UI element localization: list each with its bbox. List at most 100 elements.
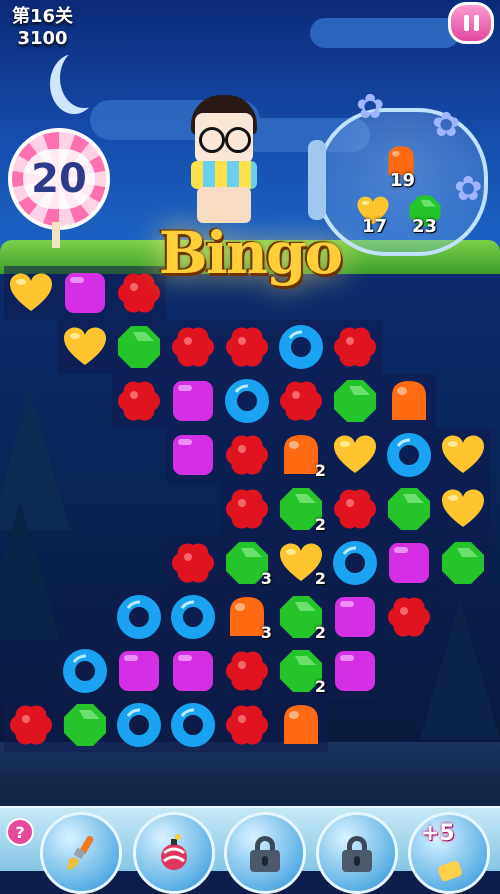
locked-booster-2[interactable] bbox=[316, 812, 398, 894]
lollipop-stick bbox=[52, 222, 60, 248]
red-flower-icon bbox=[226, 705, 268, 745]
red-flower-candy[interactable] bbox=[4, 698, 58, 752]
orange-jelly-candy[interactable] bbox=[274, 698, 328, 752]
yellow-heart-candy[interactable]: 2 bbox=[274, 536, 328, 590]
blue-ring-candy[interactable] bbox=[112, 590, 166, 644]
yellow-heart-candy[interactable] bbox=[58, 320, 112, 374]
yellow-heart-icon bbox=[334, 435, 376, 473]
locked-booster-1[interactable] bbox=[224, 812, 306, 894]
stone-wall bbox=[0, 742, 500, 812]
blue-ring-icon bbox=[117, 703, 161, 747]
red-flower-icon bbox=[226, 651, 268, 691]
yellow-heart-candy[interactable] bbox=[436, 428, 490, 482]
blue-ring-icon bbox=[387, 433, 431, 477]
blue-ring-icon bbox=[171, 703, 215, 747]
blue-ring-icon bbox=[333, 541, 377, 585]
moves-counter: 20 bbox=[8, 128, 110, 230]
blue-ring-candy[interactable] bbox=[220, 374, 274, 428]
green-octagon-icon bbox=[64, 704, 106, 746]
red-flower-icon bbox=[334, 327, 376, 367]
purple-square-candy[interactable] bbox=[328, 590, 382, 644]
red-flower-candy[interactable] bbox=[220, 482, 274, 536]
purple-square-candy[interactable] bbox=[166, 428, 220, 482]
yellow-heart-candy[interactable] bbox=[4, 266, 58, 320]
blue-ring-candy[interactable] bbox=[112, 698, 166, 752]
red-flower-candy[interactable] bbox=[328, 482, 382, 536]
layer-count-badge: 3 bbox=[260, 569, 272, 588]
booster-bar: ? +5 bbox=[0, 806, 500, 894]
yellow-heart-icon bbox=[64, 327, 106, 365]
green-octagon-candy[interactable]: 2 bbox=[274, 590, 328, 644]
orange-jelly-candy[interactable] bbox=[382, 374, 436, 428]
plus-moves-booster[interactable]: +5 bbox=[408, 812, 490, 894]
purple-square-candy[interactable] bbox=[166, 644, 220, 698]
red-flower-candy[interactable] bbox=[220, 428, 274, 482]
purple-square-icon bbox=[173, 651, 213, 691]
green-octagon-icon bbox=[118, 326, 160, 368]
green-octagon-candy[interactable]: 2 bbox=[274, 482, 328, 536]
green-octagon-candy[interactable] bbox=[382, 482, 436, 536]
layer-count-badge: 2 bbox=[314, 515, 326, 534]
red-flower-candy[interactable] bbox=[166, 536, 220, 590]
paintbrush-booster[interactable] bbox=[40, 812, 122, 894]
red-flower-icon bbox=[10, 705, 52, 745]
red-flower-candy[interactable] bbox=[274, 374, 328, 428]
blue-ring-icon bbox=[63, 649, 107, 693]
purple-square-candy[interactable] bbox=[58, 266, 112, 320]
red-flower-candy[interactable] bbox=[166, 320, 220, 374]
player-character bbox=[185, 95, 265, 225]
orange-jelly-icon bbox=[284, 705, 318, 744]
orange-jelly-candy[interactable]: 2 bbox=[274, 428, 328, 482]
moves-left-value: 20 bbox=[23, 149, 95, 209]
orange-jelly-candy[interactable]: 3 bbox=[220, 590, 274, 644]
pause-button[interactable] bbox=[448, 2, 494, 44]
lock-icon bbox=[342, 836, 372, 872]
purple-square-candy[interactable] bbox=[328, 644, 382, 698]
green-octagon-candy[interactable]: 2 bbox=[274, 644, 328, 698]
red-flower-icon bbox=[334, 489, 376, 529]
red-flower-candy[interactable] bbox=[112, 374, 166, 428]
blue-ring-candy[interactable] bbox=[382, 428, 436, 482]
green-octagon-candy[interactable] bbox=[328, 374, 382, 428]
green-octagon-candy[interactable] bbox=[58, 698, 112, 752]
purple-square-candy[interactable] bbox=[112, 644, 166, 698]
score-value: 3100 bbox=[17, 28, 68, 49]
red-flower-candy[interactable] bbox=[220, 320, 274, 374]
yellow-heart-icon bbox=[442, 435, 484, 473]
level-label: 第16关 bbox=[12, 6, 74, 27]
layer-count-badge: 3 bbox=[260, 623, 272, 642]
purple-square-icon bbox=[335, 597, 375, 637]
yellow-heart-icon bbox=[442, 489, 484, 527]
blue-ring-icon bbox=[171, 595, 215, 639]
bomb-candy-icon bbox=[161, 834, 187, 870]
star-icon: ✿ bbox=[356, 87, 385, 127]
help-button[interactable]: ? bbox=[6, 818, 34, 846]
green-octagon-candy[interactable] bbox=[436, 536, 490, 590]
goal-count: 23 bbox=[412, 216, 438, 237]
green-octagon-candy[interactable]: 3 bbox=[220, 536, 274, 590]
blue-ring-candy[interactable] bbox=[58, 644, 112, 698]
orange-jelly-icon bbox=[392, 381, 426, 420]
star-icon: ✿ bbox=[432, 105, 461, 145]
pause-icon bbox=[463, 15, 469, 31]
red-flower-candy[interactable] bbox=[328, 320, 382, 374]
purple-square-candy[interactable] bbox=[382, 536, 436, 590]
red-flower-candy[interactable] bbox=[382, 590, 436, 644]
yellow-heart-candy[interactable] bbox=[436, 482, 490, 536]
red-flower-icon bbox=[388, 597, 430, 637]
purple-square-candy[interactable] bbox=[166, 374, 220, 428]
bomb-candy-booster[interactable] bbox=[133, 812, 215, 894]
green-octagon-icon bbox=[442, 542, 484, 584]
green-octagon-candy[interactable] bbox=[112, 320, 166, 374]
purple-square-icon bbox=[173, 435, 213, 475]
green-octagon-icon bbox=[334, 380, 376, 422]
red-flower-candy[interactable] bbox=[220, 698, 274, 752]
blue-ring-candy[interactable] bbox=[166, 590, 220, 644]
blue-ring-candy[interactable] bbox=[274, 320, 328, 374]
red-flower-candy[interactable] bbox=[220, 644, 274, 698]
blue-ring-candy[interactable] bbox=[166, 698, 220, 752]
blue-ring-candy[interactable] bbox=[328, 536, 382, 590]
yellow-heart-candy[interactable] bbox=[328, 428, 382, 482]
purple-square-icon bbox=[335, 651, 375, 691]
goal-count: 19 bbox=[390, 170, 416, 191]
